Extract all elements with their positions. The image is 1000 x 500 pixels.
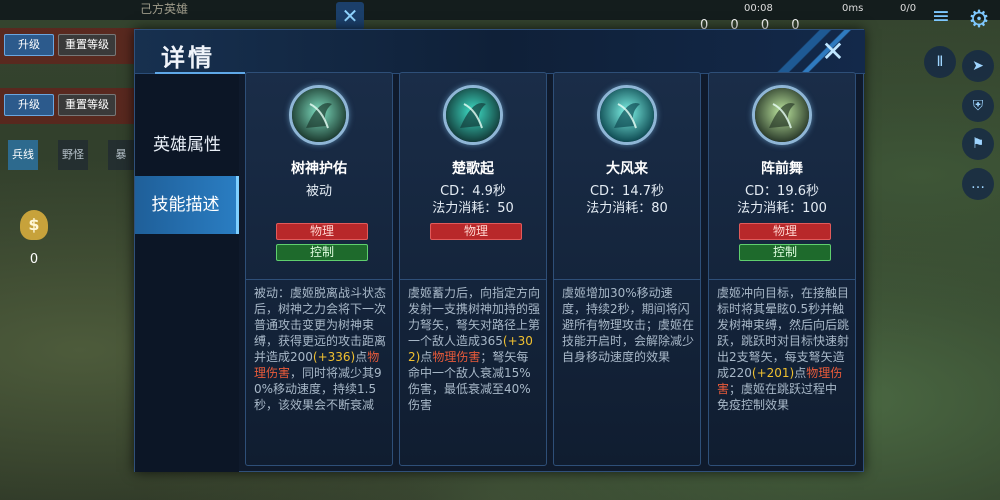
gold-bag-icon: $ [20,210,48,240]
modal-sidebar: 英雄属性 技能描述 [135,74,239,472]
close-button[interactable]: ✕ [817,36,849,68]
pause-icon[interactable]: Ⅱ [924,46,956,78]
skill-icon [443,85,503,145]
skill-cooldown: CD：14.7秒 [589,184,665,199]
skill-cooldown: CD：4.9秒 [440,184,506,199]
skill-description: 虞姬增加30%移动速度，持续2秒，期间将闪避所有物理攻击；虞姬在技能开启时，会解… [562,285,694,365]
control-tag: 控制 [739,244,831,261]
card-divider [554,279,700,280]
bonus-value: (+336) [312,350,356,364]
physical-tag: 物理 [430,223,522,240]
modal-title: 详情 [161,44,215,72]
gear-icon[interactable]: ⚙ [964,4,994,34]
description-text: 虞姬增加30%移动速度，持续2秒，期间将闪避所有物理攻击；虞姬在技能开启时，会解… [562,286,695,364]
skill-description: 虞姬蓄力后，向指定方向发射一支携树神加持的强力弩矢，弩矢对路径上第一个敌人造成3… [408,285,540,413]
skill-meta: 被动 [246,183,392,200]
description-text: 点 [355,350,368,364]
gold-value: 0 [29,252,39,267]
match-timer: 00:08 [744,3,773,14]
skill-card: 大风来 CD：14.7秒 法力消耗：80 虞姬增加30%移动速度，持续2秒，期间将闪避… [553,72,701,466]
background-close-icon[interactable]: ✕ [336,2,364,30]
menu-icon[interactable]: ≡ [928,4,954,30]
ping-readout: 0ms [842,3,864,14]
upgrade-button[interactable]: 升级 [4,94,54,116]
skill-meta: CD：19.6秒 法力消耗：100 [709,183,855,217]
ally-heroes-title: 己方英雄 [140,2,189,16]
tab-more[interactable]: 暴 [108,140,134,170]
physical-tag: 物理 [276,223,368,240]
reset-level-button[interactable]: 重置等级 [58,94,116,116]
skill-icon [597,85,657,145]
tab-minions[interactable]: 兵线 [8,140,38,170]
skill-name: 阵前舞 [761,161,803,177]
skill-card-header: 楚歌起 CD：4.9秒 法力消耗：50 物理 [400,73,546,279]
skill-name: 楚歌起 [452,161,494,177]
skill-cooldown: CD：19.6秒 [744,184,820,199]
skill-icon [752,85,812,145]
skill-card-header: 大风来 CD：14.7秒 法力消耗：80 [554,73,700,279]
skill-description: 虞姬冲向目标，在接触目标时将其晕眩0.5秒并触发树神束缚，然后向后跳跃，跳跃时对… [717,285,849,413]
reset-level-button[interactable]: 重置等级 [58,34,116,56]
skill-mana-cost: 法力消耗：50 [432,201,514,216]
shield-icon[interactable]: ⛨ [962,90,994,122]
skill-card: 树神护佑被动物理控制被动：虞姬脱离战斗状态后，树神之力会将下一次普通攻击变更为树… [245,72,393,466]
skill-meta: CD：4.9秒 法力消耗：50 [400,183,546,217]
chat-icon[interactable]: … [962,168,994,200]
skill-details-modal: 详情 ✕ 英雄属性 技能描述 树神护佑被动物理控制被动：虞姬脱离战斗状态后，树神… [134,29,865,472]
control-tag: 控制 [276,244,368,261]
card-divider [246,279,392,280]
skill-name: 大风来 [606,161,648,177]
attack-icon[interactable]: ➤ [962,50,994,82]
skill-mana-cost: 法力消耗：100 [737,201,827,216]
description-text: 点 [794,366,807,380]
left-hud-panel: 升级 重置等级 升级 重置等级 兵线 野怪 暴 $ 0 [0,20,140,267]
skill-card: 楚歌起 CD：4.9秒 法力消耗：50 物理虞姬蓄力后，向指定方向发射一支携树神加持的… [399,72,547,466]
description-text: 点 [420,350,433,364]
close-icon: ✕ [821,35,845,68]
skill-card-header: 阵前舞 CD：19.6秒 法力消耗：100 物理控制 [709,73,855,279]
description-text: ；虞姬在跳跃过程中免疫控制效果 [717,382,838,412]
skill-name: 树神护佑 [291,161,347,177]
kda-readout: 0/0 [900,3,917,14]
card-divider [709,279,855,280]
damage-type: 物理伤害 [432,350,481,364]
skill-card: 阵前舞 CD：19.6秒 法力消耗：100 物理控制虞姬冲向目标，在接触目标时将其晕眩… [708,72,856,466]
modal-header: 详情 ✕ [135,30,865,74]
skill-card-header: 树神护佑被动物理控制 [246,73,392,279]
upgrade-button[interactable]: 升级 [4,34,54,56]
bonus-value: (+201) [751,366,795,380]
skill-description: 被动：虞姬脱离战斗状态后，树神之力会将下一次普通攻击变更为树神束缚，获得更远的攻… [254,285,386,413]
physical-tag: 物理 [739,223,831,240]
skill-meta: CD：14.7秒 法力消耗：80 [554,183,700,217]
skill-mana-cost: 法力消耗：80 [586,201,668,216]
tab-jungle[interactable]: 野怪 [58,140,88,170]
flag-icon[interactable]: ⚑ [962,128,994,160]
skill-cooldown: 被动 [305,184,332,199]
card-divider [400,279,546,280]
tab-skill-description[interactable]: 技能描述 [135,176,239,234]
tab-hero-attributes[interactable]: 英雄属性 [135,116,239,174]
skill-icon [289,85,349,145]
